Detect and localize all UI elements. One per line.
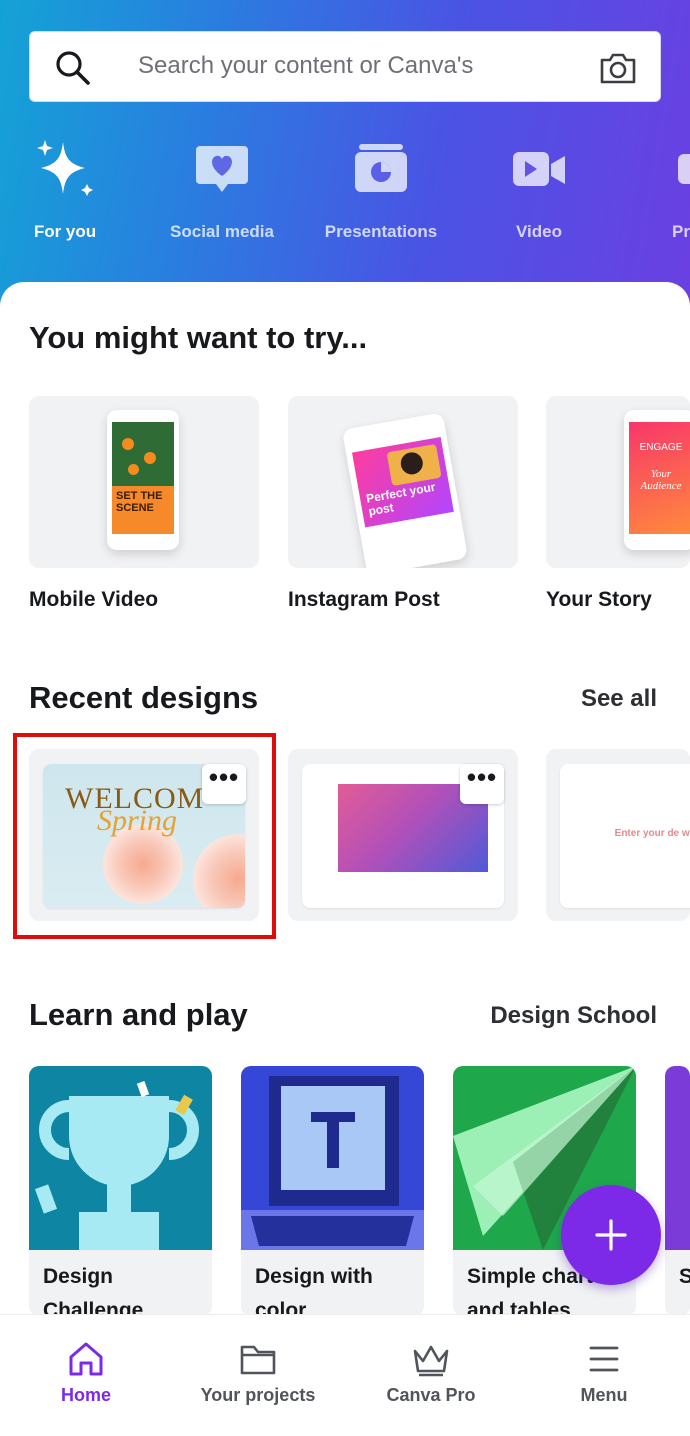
phone-mockup: SET THE SCENE [107, 410, 179, 550]
recent-section-title: Recent designs [29, 680, 259, 715]
folder-icon [240, 1345, 276, 1375]
menu-icon [589, 1346, 619, 1372]
category-social-media[interactable]: Social media [152, 130, 292, 250]
search-bar[interactable]: Search your content or Canva's [29, 31, 661, 102]
try-section-title: You might want to try... [29, 320, 368, 355]
category-label: Social media [170, 222, 274, 241]
learn-card-caption: S v [679, 1265, 690, 1288]
category-label: Video [516, 222, 562, 241]
thumbnail-image: Perfect your post [352, 436, 454, 528]
category-print[interactable]: Pr [612, 130, 690, 250]
category-video[interactable]: Video [469, 130, 609, 250]
camera-icon[interactable] [598, 50, 638, 86]
sparkle-icon [37, 140, 93, 196]
recent-design-card[interactable]: Enter your de words [546, 749, 690, 921]
nav-label: Home [60, 1385, 111, 1405]
thumbnail-text: Your Audience [640, 468, 682, 492]
thumbnail-image: ENGAGE Your Audience [629, 422, 690, 534]
nav-label: Canva Pro [386, 1385, 476, 1405]
create-design-button[interactable] [561, 1185, 661, 1285]
learn-section-title: Learn and play [29, 997, 248, 1032]
print-icon [678, 154, 690, 184]
nav-canva-pro[interactable]: Canva Pro [345, 1315, 517, 1436]
learn-card-image [665, 1066, 690, 1250]
recent-design-card[interactable]: ••• [288, 749, 518, 921]
nav-your-projects[interactable]: Your projects [172, 1315, 344, 1436]
category-label: Presentations [324, 222, 438, 241]
video-camera-icon [513, 152, 565, 186]
template-label: Your Story [546, 588, 652, 611]
see-all-link[interactable]: See all [581, 685, 657, 713]
category-presentations[interactable]: Presentations [311, 130, 451, 250]
laptop-text-icon [241, 1066, 424, 1250]
template-card-instagram-post[interactable]: Perfect your post [288, 396, 518, 568]
thumbnail-text: Perfect your post [365, 479, 437, 519]
category-label: Pr [672, 222, 690, 241]
template-card-mobile-video[interactable]: SET THE SCENE [29, 396, 259, 568]
nav-menu[interactable]: Menu [518, 1315, 690, 1436]
search-icon [56, 51, 90, 85]
template-label: Instagram Post [288, 588, 440, 611]
selection-highlight [13, 733, 276, 939]
thumbnail-image: SET THE SCENE [112, 422, 174, 534]
trophy-icon [29, 1066, 212, 1250]
home-icon [69, 1342, 103, 1376]
category-for-you[interactable]: For you [0, 130, 135, 250]
learn-card-partial[interactable]: S v [665, 1066, 690, 1316]
template-label: Mobile Video [29, 588, 159, 611]
learn-card-caption: Design Challenge [43, 1265, 144, 1316]
thumbnail-text: SET THE SCENE [116, 490, 163, 514]
phone-mockup: Perfect your post [341, 412, 469, 568]
bottom-navigation: Home Your projects Canva Pro Menu [0, 1314, 690, 1436]
learn-card-caption: Design with color [255, 1265, 373, 1316]
phone-mockup: ENGAGE Your Audience [624, 410, 690, 550]
learn-card-design-with-color[interactable]: Design with color [241, 1066, 424, 1316]
more-options-button[interactable]: ••• [460, 764, 504, 804]
thumbnail-text: ENGAGE [639, 442, 683, 453]
nav-label: Your projects [200, 1385, 316, 1405]
more-icon: ••• [466, 762, 498, 792]
nav-home[interactable]: Home [0, 1315, 172, 1436]
heart-chat-icon [196, 146, 248, 192]
learn-card-design-challenge[interactable]: Design Challenge [29, 1066, 212, 1316]
category-row: For you Social media Presentations Video… [0, 130, 690, 250]
nav-label: Menu [580, 1385, 628, 1405]
template-card-your-story[interactable]: ENGAGE Your Audience [546, 396, 690, 568]
plus-icon [595, 1219, 627, 1251]
design-thumbnail: Enter your de words [560, 764, 690, 908]
thumbnail-text: Enter your de words [614, 828, 690, 839]
presentation-icon [355, 144, 407, 192]
design-school-link[interactable]: Design School [490, 1002, 657, 1030]
category-label: For you [33, 222, 97, 241]
crown-icon [413, 1345, 449, 1377]
search-input[interactable]: Search your content or Canva's [138, 52, 473, 80]
